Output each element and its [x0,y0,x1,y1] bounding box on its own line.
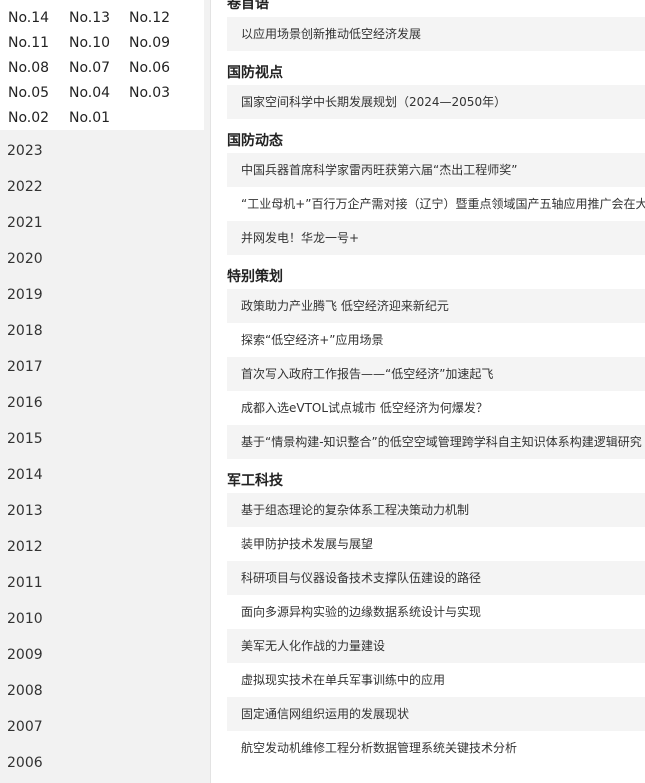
year-link[interactable]: 2023 [0,133,211,169]
section-title: 国防视点 [227,65,283,81]
article-list: 中国兵器首席科学家雷丙旺获第六届“杰出工程师奖” “工业母机+”百行万企产需对接… [227,153,645,255]
article-link[interactable]: 基于“情景构建-知识整合”的低空空域管理跨学科自主知识体系构建逻辑研究 [227,425,645,459]
year-list: 2023 2022 2021 2020 2019 2018 2017 2016 … [0,133,211,781]
year-link[interactable]: 2015 [0,421,211,457]
article-link[interactable]: 国家空间科学中长期发展规划（2024—2050年） [227,85,645,119]
article-link[interactable]: 以应用场景创新推动低空经济发展 [227,17,645,51]
issue-link[interactable]: No.08 [8,56,68,80]
issue-link[interactable]: No.05 [8,81,68,105]
article-list: 政策助力产业腾飞 低空经济迎来新纪元 探索“低空经济+”应用场景 首次写入政府工… [227,289,645,459]
year-link[interactable]: 2009 [0,637,211,673]
article-link[interactable]: 装甲防护技术发展与展望 [227,527,645,561]
article-link[interactable]: 航空发动机维修工程分析数据管理系统关键技术分析 [227,731,645,765]
article-link[interactable]: 基于组态理论的复杂体系工程决策动力机制 [227,493,645,527]
year-link[interactable]: 2020 [0,241,211,277]
year-link[interactable]: 2008 [0,673,211,709]
issue-grid: No.14 No.13 No.12 No.11 No.10 No.09 No.0… [0,0,204,130]
article-list: 基于组态理论的复杂体系工程决策动力机制 装甲防护技术发展与展望 科研项目与仪器设… [227,493,645,765]
article-link[interactable]: 美军无人化作战的力量建设 [227,629,645,663]
year-link[interactable]: 2018 [0,313,211,349]
section-title: 国防动态 [227,133,283,149]
article-link[interactable]: 虚拟现实技术在单兵军事训练中的应用 [227,663,645,697]
year-link[interactable]: 2007 [0,709,211,745]
section-title: 特别策划 [227,269,283,285]
left-sidebar: No.14 No.13 No.12 No.11 No.10 No.09 No.0… [0,0,211,783]
article-link[interactable]: 并网发电！华龙一号+ [227,221,645,255]
article-link[interactable]: 政策助力产业腾飞 低空经济迎来新纪元 [227,289,645,323]
section-title: 军工科技 [227,473,283,489]
year-link[interactable]: 2019 [0,277,211,313]
issue-link[interactable]: No.14 [8,6,68,30]
article-link[interactable]: 固定通信网组织运用的发展现状 [227,697,645,731]
issue-link[interactable]: No.09 [129,31,189,55]
issue-link[interactable]: No.02 [8,106,68,130]
year-link[interactable]: 2016 [0,385,211,421]
article-link[interactable]: 中国兵器首席科学家雷丙旺获第六届“杰出工程师奖” [227,153,645,187]
issue-link[interactable]: No.06 [129,56,189,80]
article-link[interactable]: 成都入选eVTOL试点城市 低空经济为何爆发？ [227,391,645,425]
issue-link[interactable]: No.07 [69,56,129,80]
year-link[interactable]: 2014 [0,457,211,493]
issue-link[interactable]: No.10 [69,31,129,55]
article-link[interactable]: 探索“低空经济+”应用场景 [227,323,645,357]
year-link[interactable]: 2012 [0,529,211,565]
year-link[interactable]: 2010 [0,601,211,637]
issue-link[interactable]: No.13 [69,6,129,30]
year-link[interactable]: 2006 [0,745,211,781]
year-link[interactable]: 2021 [0,205,211,241]
issue-link[interactable]: No.12 [129,6,189,30]
article-link[interactable]: 面向多源异构实验的边缘数据系统设计与实现 [227,595,645,629]
section-title: 卷首语 [227,0,269,12]
issue-link[interactable]: No.04 [69,81,129,105]
article-panel: 卷首语 以应用场景创新推动低空经济发展 国防视点 国家空间科学中长期发展规划（2… [212,0,645,783]
year-link[interactable]: 2011 [0,565,211,601]
year-link[interactable]: 2017 [0,349,211,385]
year-link[interactable]: 2013 [0,493,211,529]
year-link[interactable]: 2022 [0,169,211,205]
article-list: 以应用场景创新推动低空经济发展 [227,17,645,51]
issue-link[interactable]: No.11 [8,31,68,55]
issue-link[interactable]: No.01 [69,106,129,130]
article-link[interactable]: “工业母机+”百行万企产需对接（辽宁）暨重点领域国产五轴应用推广会在大 [227,187,645,221]
issue-link[interactable]: No.03 [129,81,189,105]
article-link[interactable]: 科研项目与仪器设备技术支撑队伍建设的路径 [227,561,645,595]
article-link[interactable]: 首次写入政府工作报告——“低空经济”加速起飞 [227,357,645,391]
article-sections: 卷首语 以应用场景创新推动低空经济发展 国防视点 国家空间科学中长期发展规划（2… [227,0,645,765]
article-list: 国家空间科学中长期发展规划（2024—2050年） [227,85,645,119]
